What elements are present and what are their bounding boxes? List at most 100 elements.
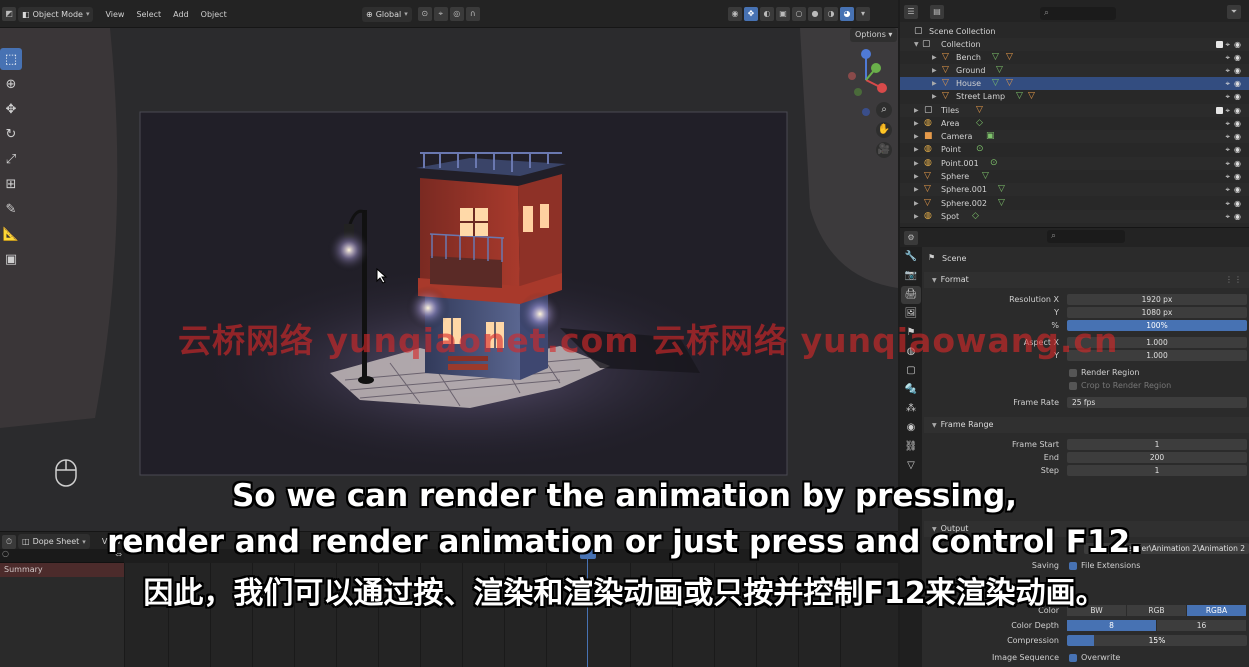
expand-right-icon[interactable]: ▶ <box>914 117 919 130</box>
visibility-toggles[interactable]: ⌖◉ <box>1226 90 1246 103</box>
tool-tab-icon[interactable]: 🔧 <box>901 248 921 266</box>
3d-viewport[interactable]: ⬚ ⊕ ✥ ↻ ⤢ ⊞ ✎ 📐 ▣ Options ▾ ⌕ ✋ 🎥 <box>0 28 898 531</box>
frame-step-field[interactable]: 1 <box>1067 465 1247 476</box>
outliner-row-scene-collection[interactable]: ▢ Scene Collection <box>900 25 1249 38</box>
visibility-toggles[interactable]: ⌖◉ <box>1226 117 1246 130</box>
visibility-toggles[interactable]: ⌖◉ <box>1226 197 1246 210</box>
camera-view-icon[interactable]: 🎥 <box>876 142 892 158</box>
outliner-row-sphere-002[interactable]: ▶ ▽ Sphere.002 ▽ ⌖◉ <box>900 197 1249 210</box>
modifier-tab-icon[interactable]: 🔩 <box>901 381 921 399</box>
move-tool-icon[interactable]: ✥ <box>0 98 22 120</box>
data-tab-icon[interactable]: ▽ <box>901 457 921 475</box>
expand-right-icon[interactable]: ▶ <box>914 170 919 183</box>
render-tab-icon[interactable]: 📷 <box>901 267 921 285</box>
expand-right-icon[interactable]: ▶ <box>914 157 919 170</box>
expand-right-icon[interactable]: ▶ <box>914 143 919 156</box>
particles-tab-icon[interactable]: ⁂ <box>901 400 921 418</box>
crop-region-checkbox[interactable] <box>1069 382 1077 390</box>
render-region-checkbox[interactable] <box>1069 369 1077 377</box>
gizmo-toggle-icon[interactable]: ✥ <box>744 7 758 21</box>
compression-slider[interactable]: 15% <box>1067 635 1247 646</box>
visibility-toggles[interactable]: ⌖◉ <box>1226 157 1246 170</box>
menu-add[interactable]: Add <box>173 10 189 19</box>
overlay-toggle-icon[interactable]: ◐ <box>760 7 774 21</box>
physics-tab-icon[interactable]: ◉ <box>901 419 921 437</box>
editor-type-icon[interactable]: ⚙ <box>904 231 918 245</box>
visibility-toggles[interactable]: ⌖◉ <box>1226 64 1246 77</box>
frame-start-field[interactable]: 1 <box>1067 439 1247 450</box>
outliner-row-sphere[interactable]: ▶ ▽ Sphere ▽ ⌖◉ <box>900 170 1249 183</box>
expand-right-icon[interactable]: ▶ <box>932 77 937 90</box>
filter-icon[interactable]: ⏷ <box>1227 5 1241 19</box>
frame-range-panel-header[interactable]: ▼ Frame Range <box>924 417 1249 433</box>
outliner-row-ground[interactable]: ▶ ▽ Ground ▽ ⌖◉ <box>900 64 1249 77</box>
menu-select[interactable]: Select <box>136 10 161 19</box>
outliner-row-collection[interactable]: ▼ ▢ Collection ⌖◉ <box>900 38 1249 51</box>
proportional-edit-icon[interactable]: ◎ <box>449 7 464 21</box>
format-panel-header[interactable]: ▼ Format ⋮⋮ <box>924 272 1249 288</box>
outliner-row-point[interactable]: ▶ ◍ Point ⊙ ⌖◉ <box>900 143 1249 156</box>
expand-down-icon[interactable]: ▼ <box>914 38 919 51</box>
object-tab-icon[interactable]: ▢ <box>901 362 921 380</box>
display-mode-icon[interactable]: ▤ <box>930 5 944 19</box>
outliner-row-area[interactable]: ▶ ◍ Area ◇ ⌖◉ <box>900 117 1249 130</box>
visibility-toggles[interactable]: ⌖◉ <box>1226 77 1246 90</box>
visibility-toggles[interactable]: ⌖◉ <box>1226 210 1246 223</box>
visibility-icon[interactable]: ◉ <box>728 7 742 21</box>
expand-right-icon[interactable]: ▶ <box>914 197 919 210</box>
measure-tool-icon[interactable]: 📐 <box>0 223 22 245</box>
properties-search-input[interactable]: ⌕ <box>1047 230 1125 243</box>
outliner-row-spot[interactable]: ▶ ◍ Spot ◇ ⌖◉ <box>900 210 1249 223</box>
drag-handle-icon[interactable]: ⋮⋮ <box>1225 272 1243 288</box>
annotate-tool-icon[interactable]: ✎ <box>0 198 22 220</box>
exclude-checkbox[interactable] <box>1216 41 1223 48</box>
editor-type-icon[interactable]: ◩ <box>2 7 16 21</box>
wireframe-shading-icon[interactable]: ○ <box>792 7 806 21</box>
outliner-row-street-lamp[interactable]: ▶ ▽ Street Lamp ▽ ▽ ⌖◉ <box>900 90 1249 103</box>
expand-right-icon[interactable]: ▶ <box>914 104 919 117</box>
expand-right-icon[interactable]: ▶ <box>914 210 919 223</box>
outliner-row-sphere-001[interactable]: ▶ ▽ Sphere.001 ▽ ⌖◉ <box>900 183 1249 196</box>
frame-end-field[interactable]: 200 <box>1067 452 1247 463</box>
scale-tool-icon[interactable]: ⤢ <box>0 148 22 170</box>
depth-8-option[interactable]: 8 <box>1067 620 1156 631</box>
shading-options-icon[interactable]: ▾ <box>856 7 870 21</box>
mode-dropdown[interactable]: ◧ Object Mode ▾ <box>18 6 94 22</box>
visibility-toggles[interactable]: ⌖◉ <box>1226 38 1246 51</box>
visibility-toggles[interactable]: ⌖◉ <box>1226 130 1246 143</box>
zoom-icon[interactable]: ⌕ <box>876 102 892 118</box>
expand-right-icon[interactable]: ▶ <box>932 90 937 103</box>
visibility-toggles[interactable]: ⌖◉ <box>1226 143 1246 156</box>
outliner-search-input[interactable]: ⌕ <box>1040 7 1116 20</box>
rendered-shading-icon[interactable]: ◕ <box>840 7 854 21</box>
expand-right-icon[interactable]: ▶ <box>914 130 919 143</box>
outliner-row-point-001[interactable]: ▶ ◍ Point.001 ⊙ ⌖◉ <box>900 157 1249 170</box>
add-cube-tool-icon[interactable]: ▣ <box>0 248 22 270</box>
material-shading-icon[interactable]: ◑ <box>824 7 838 21</box>
outliner-row-camera[interactable]: ▶ ■ Camera ▣ ⌖◉ <box>900 130 1249 143</box>
visibility-toggles[interactable]: ⌖◉ <box>1226 170 1246 183</box>
pan-hand-icon[interactable]: ✋ <box>876 122 892 138</box>
cursor-tool-icon[interactable]: ⊕ <box>0 73 22 95</box>
overwrite-checkbox[interactable] <box>1069 654 1077 662</box>
select-box-icon[interactable]: ⬚ <box>0 48 22 70</box>
transform-tool-icon[interactable]: ⊞ <box>0 173 22 195</box>
expand-right-icon[interactable]: ▶ <box>932 51 937 64</box>
exclude-checkbox[interactable] <box>1216 107 1223 114</box>
pivot-icon[interactable]: ⊙ <box>417 7 432 21</box>
visibility-toggles[interactable]: ⌖◉ <box>1226 51 1246 64</box>
menu-object[interactable]: Object <box>201 10 227 19</box>
xray-toggle-icon[interactable]: ▣ <box>776 7 790 21</box>
solid-shading-icon[interactable]: ● <box>808 7 822 21</box>
menu-view[interactable]: View <box>105 10 124 19</box>
visibility-toggles[interactable]: ⌖◉ <box>1226 183 1246 196</box>
outliner-row-tiles[interactable]: ▶ ▢ Tiles ▽ ⌖◉ <box>900 104 1249 117</box>
expand-right-icon[interactable]: ▶ <box>932 64 937 77</box>
snap-icon[interactable]: ⌖ <box>433 7 448 21</box>
depth-16-option[interactable]: 16 <box>1157 620 1246 631</box>
outliner-row-bench[interactable]: ▶ ▽ Bench ▽ ▽ ⌖◉ <box>900 51 1249 64</box>
resolution-x-field[interactable]: 1920 px <box>1067 294 1247 305</box>
falloff-icon[interactable]: ∩ <box>465 7 480 21</box>
editor-type-icon[interactable]: ☰ <box>904 5 918 19</box>
visibility-toggles[interactable]: ⌖◉ <box>1226 104 1246 117</box>
